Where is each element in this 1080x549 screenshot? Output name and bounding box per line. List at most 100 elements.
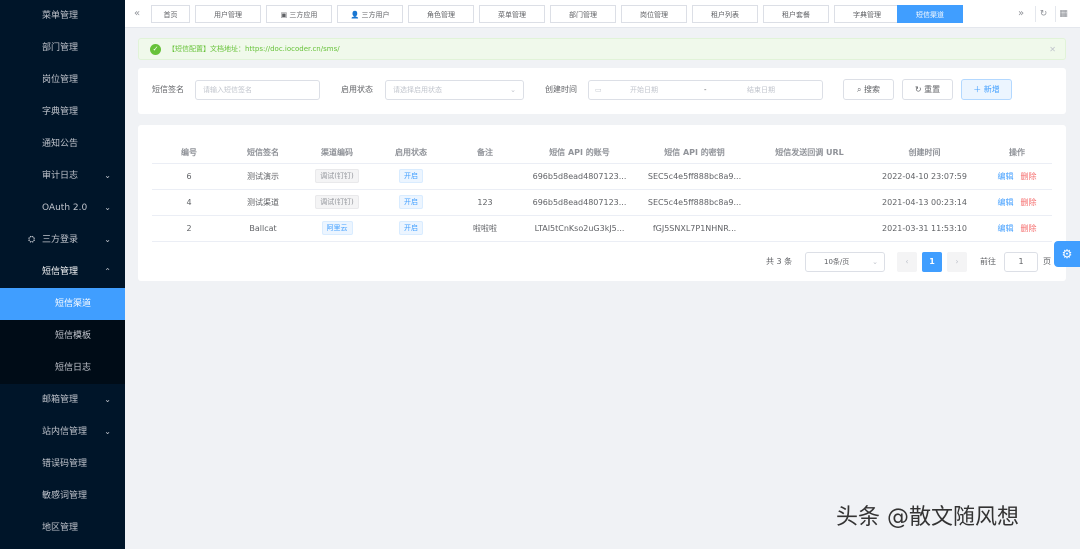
sidebar-item-label: 短信管理: [42, 267, 79, 277]
next-page-button[interactable]: ›: [947, 252, 967, 272]
cell-api-key: LTAI5tCnKso2uG3kJ5...: [522, 215, 637, 242]
channel-table: 编号 短信签名 渠道编码 启用状态 备注 短信 API 的账号 短信 API 的…: [152, 143, 1052, 242]
sidebar-item-sms-channel[interactable]: 短信渠道: [0, 288, 125, 320]
sidebar-item-audit-log[interactable]: 审计日志 ⌄: [0, 160, 125, 192]
tab-social-user[interactable]: 👤 三方用户: [337, 5, 403, 23]
edit-button[interactable]: 编辑: [998, 172, 1014, 181]
close-icon[interactable]: ✕: [1049, 39, 1056, 60]
delete-button[interactable]: 删除: [1021, 172, 1037, 181]
range-separator: -: [704, 86, 707, 94]
page-size-select[interactable]: 10条/页 ⌄: [805, 252, 885, 272]
delete-button[interactable]: 删除: [1021, 198, 1037, 207]
table-row: 6 测试演示 调试(钉钉) 开启 696b5d8ead4807123... SE…: [152, 163, 1052, 190]
goto-page-input[interactable]: 1: [1004, 252, 1038, 272]
cell-remark: 123: [448, 189, 522, 216]
tab-dict[interactable]: 字典管理: [834, 5, 900, 23]
tab-label: 三方应用: [289, 11, 318, 19]
reset-button-label: 重置: [924, 85, 941, 94]
tab-label: 首页: [163, 11, 178, 19]
reset-button[interactable]: ↻ 重置: [902, 79, 953, 100]
edit-button[interactable]: 编辑: [998, 198, 1014, 207]
tab-role[interactable]: 角色管理: [408, 5, 474, 23]
search-icon: ⌕: [856, 85, 865, 94]
cell-signature: Ballcat: [226, 215, 300, 242]
gear-icon: ⚙: [1061, 247, 1073, 261]
cell-remark: [448, 163, 522, 190]
signature-label: 短信签名: [152, 85, 184, 94]
grid-menu-icon[interactable]: ▦: [1055, 6, 1071, 22]
signature-placeholder: 请输入短信签名: [203, 86, 252, 94]
sidebar-item-label: 通知公告: [42, 139, 79, 149]
sidebar-item-social-login[interactable]: ⛭ 三方登录 ⌄: [0, 224, 125, 256]
sidebar-item-sms[interactable]: 短信管理 ⌃: [0, 256, 125, 288]
cell-created: 2021-03-31 11:53:10: [867, 215, 982, 242]
cell-callback: [752, 189, 867, 216]
sidebar-item-menu[interactable]: 菜单管理: [0, 0, 125, 32]
sidebar-item-oauth[interactable]: OAuth 2.0 ⌄: [0, 192, 125, 224]
tab-tenant-list[interactable]: 租户列表: [692, 5, 758, 23]
sidebar-item-label: 敏感词管理: [42, 491, 88, 501]
tab-post[interactable]: 岗位管理: [621, 5, 687, 23]
tab-tenant-package[interactable]: 租户套餐: [763, 5, 829, 23]
tabs-scroll-left-icon[interactable]: «: [130, 6, 144, 22]
sidebar-item-dict[interactable]: 字典管理: [0, 96, 125, 128]
signature-input[interactable]: 请输入短信签名: [195, 80, 320, 100]
edit-button[interactable]: 编辑: [998, 224, 1014, 233]
sidebar-item-post[interactable]: 岗位管理: [0, 64, 125, 96]
add-button[interactable]: ＋ 新增: [961, 79, 1012, 100]
tab-label: 用户管理: [214, 11, 242, 19]
sidebar-item-sms-log[interactable]: 短信日志: [0, 352, 125, 384]
cell-signature: 测试渠道: [226, 189, 300, 216]
sidebar-item-notify[interactable]: 站内信管理 ⌄: [0, 416, 125, 448]
col-header-callback: 短信发送回调 URL: [752, 143, 867, 164]
cell-code: 调试(钉钉): [300, 189, 374, 216]
tab-label: 部门管理: [569, 11, 597, 19]
delete-button[interactable]: 删除: [1021, 224, 1037, 233]
settings-button[interactable]: ⚙: [1054, 241, 1080, 267]
tab-label: 岗位管理: [640, 11, 668, 19]
sidebar-item-sms-template[interactable]: 短信模板: [0, 320, 125, 352]
page-number-button[interactable]: 1: [922, 252, 942, 272]
user-icon: 👤: [350, 11, 362, 19]
alert-text[interactable]: 【短信配置】文档地址：https://doc.iocoder.cn/sms/: [168, 39, 340, 60]
tab-home[interactable]: 首页: [151, 5, 190, 23]
tab-label: 三方用户: [361, 11, 390, 19]
cell-api-secret: SEC5c4e5ff888bc8a9...: [637, 163, 752, 190]
tabs-scroll-right-icon[interactable]: »: [1014, 6, 1028, 22]
cell-actions: 编辑 删除: [982, 215, 1052, 242]
tab-label: 角色管理: [427, 11, 455, 19]
prev-page-button[interactable]: ‹: [897, 252, 917, 272]
date-range-picker[interactable]: ▭ 开始日期 - 结束日期: [588, 80, 823, 100]
search-button[interactable]: ⌕ 搜索: [843, 79, 894, 100]
sidebar-item-notice[interactable]: 通知公告: [0, 128, 125, 160]
sidebar-item-label: 菜单管理: [42, 11, 79, 21]
col-header-code: 渠道编码: [300, 143, 374, 164]
cell-created: 2022-04-10 23:07:59: [867, 163, 982, 190]
sidebar-item-dept[interactable]: 部门管理: [0, 32, 125, 64]
cell-api-key: 696b5d8ead4807123...: [522, 163, 637, 190]
status-tag: 开启: [399, 169, 423, 183]
sidebar-item-error-code[interactable]: 错误码管理: [0, 448, 125, 480]
tab-user[interactable]: 用户管理: [195, 5, 261, 23]
sidebar-item-area[interactable]: 地区管理: [0, 512, 125, 544]
sidebar-item-label: 审计日志: [42, 171, 79, 181]
tab-menu[interactable]: 菜单管理: [479, 5, 545, 23]
watermark: 头条 @散文随风想: [836, 505, 1019, 530]
sidebar-item-label: 错误码管理: [42, 459, 88, 469]
sidebar-item-mail[interactable]: 邮箱管理 ⌄: [0, 384, 125, 416]
refresh-icon[interactable]: ↻: [1035, 6, 1051, 22]
start-date-placeholder: 开始日期: [630, 86, 658, 94]
add-button-label: 新增: [983, 85, 1000, 94]
created-time-label: 创建时间: [545, 85, 577, 94]
tab-dept[interactable]: 部门管理: [550, 5, 616, 23]
table-row: 4 测试渠道 调试(钉钉) 开启 123 696b5d8ead4807123..…: [152, 189, 1052, 216]
col-header-actions: 操作: [982, 143, 1052, 164]
tab-sms-channel[interactable]: 短信渠道: [897, 5, 963, 23]
chevron-up-icon: ⌃: [104, 267, 111, 276]
status-select[interactable]: 请选择启用状态 ⌄: [385, 80, 524, 100]
tab-label: 租户套餐: [782, 11, 810, 19]
tab-oauth-app[interactable]: ▣ 三方应用: [266, 5, 332, 23]
sidebar-item-sensitive-word[interactable]: 敏感词管理: [0, 480, 125, 512]
sidebar-item-label: 邮箱管理: [42, 395, 79, 405]
end-date-placeholder: 结束日期: [747, 86, 775, 94]
